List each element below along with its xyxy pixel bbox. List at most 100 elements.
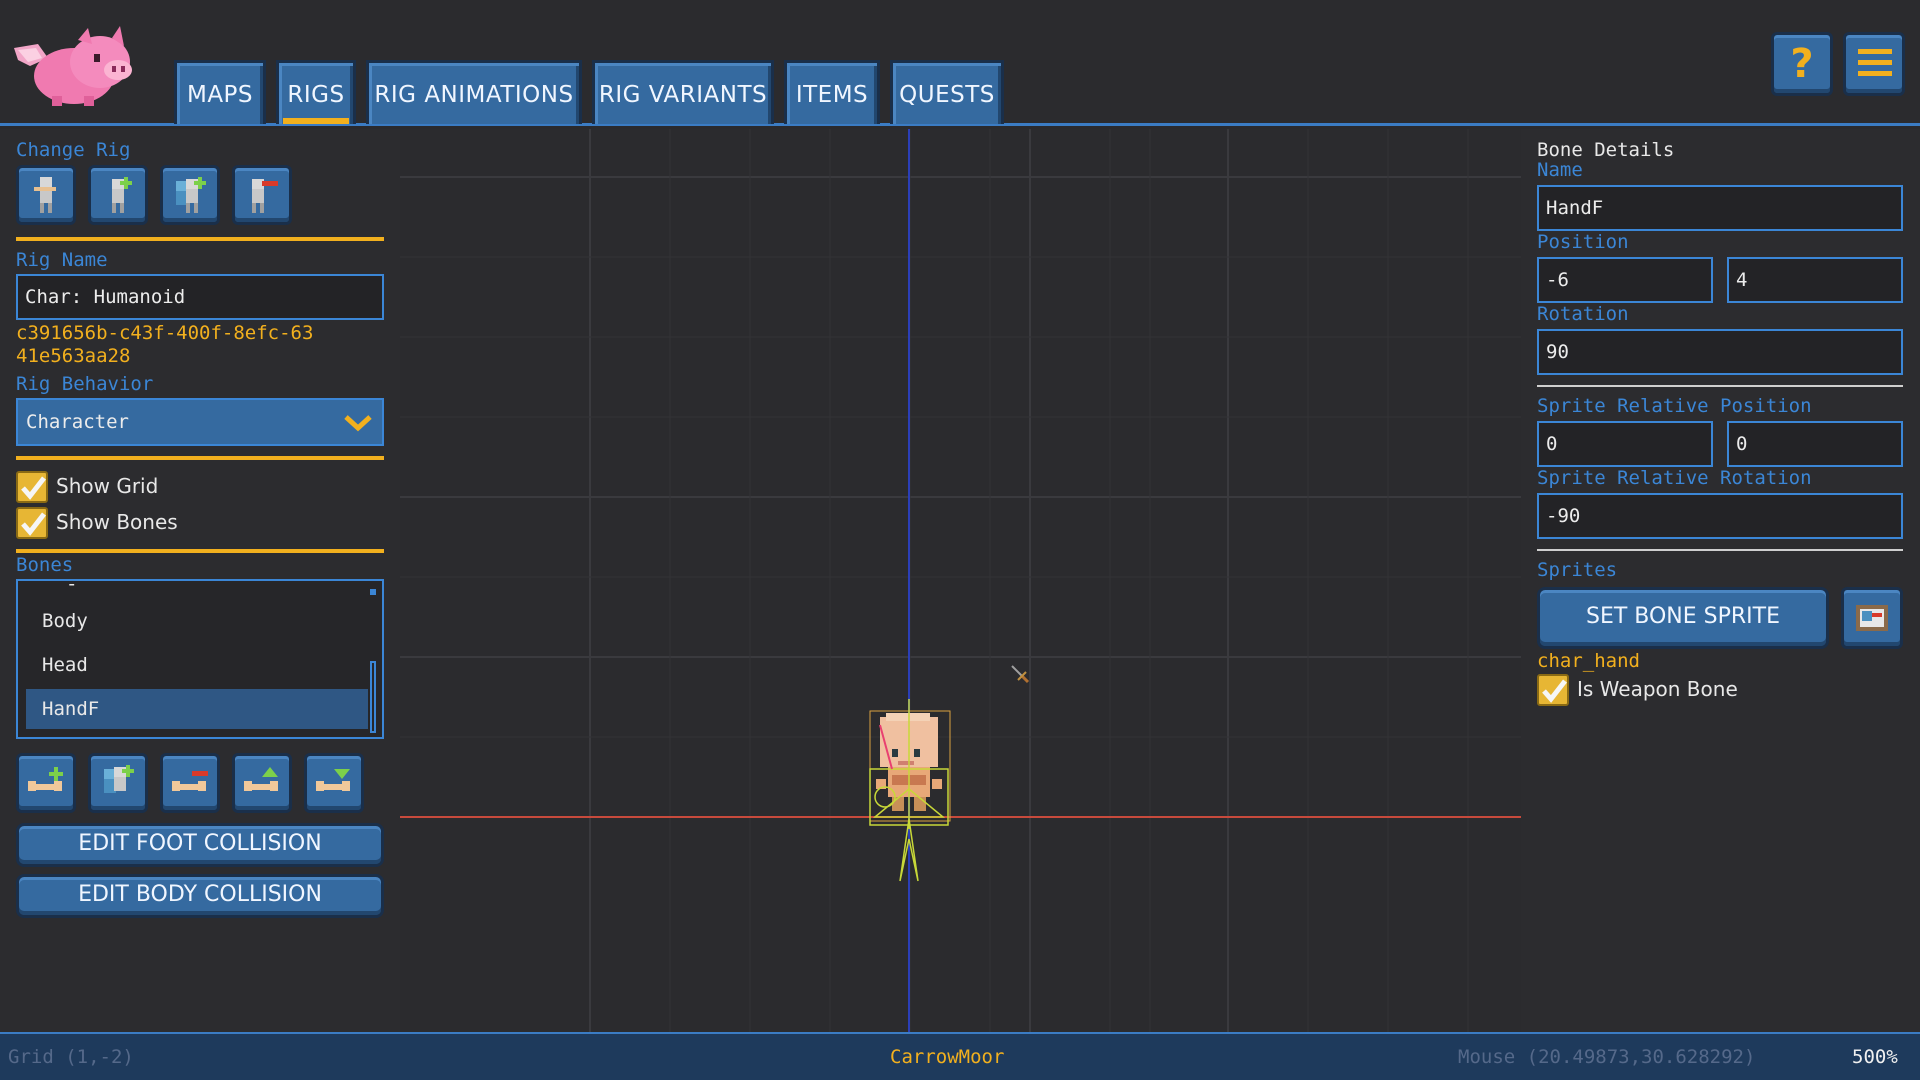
clear-sprite-button[interactable] [1841, 587, 1903, 649]
viewport-grid [400, 129, 1521, 1032]
list-item-label: Head [42, 654, 88, 676]
sprite-relative-y-input[interactable]: 0 [1727, 421, 1903, 467]
scrollbar-track[interactable] [370, 661, 376, 733]
name-label: Name [1537, 159, 1583, 181]
bone-arrow-down-icon [316, 769, 350, 791]
checkmark-icon [21, 512, 46, 536]
rig-name-input[interactable]: Char: Humanoid [16, 274, 384, 320]
map-name: CarrowMoor [890, 1046, 1005, 1068]
rig-behavior-dropdown[interactable]: Character [16, 398, 384, 446]
tab-quests[interactable]: QUESTS [890, 60, 1004, 124]
list-item-label: Body [42, 610, 88, 632]
tab-maps[interactable]: MAPS [174, 60, 266, 124]
add-child-bone-button[interactable] [88, 753, 148, 813]
sprite-relative-position-label: Sprite Relative Position [1537, 395, 1812, 417]
position-y-input[interactable]: 4 [1727, 257, 1903, 303]
divider [1537, 385, 1903, 387]
tab-items[interactable]: ITEMS [784, 60, 880, 124]
edit-foot-collision-button[interactable]: EDIT FOOT COLLISION [16, 823, 384, 867]
bone-arrow-up-icon [244, 767, 278, 791]
rotation-input[interactable]: 90 [1537, 329, 1903, 375]
rig-viewport[interactable] [400, 129, 1521, 1032]
tab-rig-variants[interactable]: RIG VARIANTS [592, 60, 774, 124]
bone-plus-icon [28, 767, 63, 791]
chevron-down-icon [344, 415, 372, 432]
rig-minus-icon [252, 179, 278, 213]
add-bone-button[interactable] [16, 753, 76, 813]
rig-duplicate-button[interactable] [160, 165, 220, 225]
bone-name-input[interactable]: HandF [1537, 185, 1903, 231]
sprite-relative-x-value: 0 [1546, 433, 1558, 455]
move-bone-up-button[interactable] [232, 753, 292, 813]
tab-rig-animations[interactable]: RIG ANIMATIONS [366, 60, 582, 124]
hamburger-menu-icon [1858, 47, 1892, 83]
bone-name-value: HandF [1546, 197, 1604, 219]
change-rig-label: Change Rig [16, 139, 131, 161]
flying-pig-logo [8, 18, 136, 110]
bones-label: Bones [16, 554, 74, 576]
sprite-relative-y-value: 0 [1736, 433, 1748, 455]
mouse-coordinates: Mouse (20.49873,30.628292) [1458, 1046, 1756, 1068]
position-label: Position [1537, 231, 1629, 253]
tab-label: QUESTS [899, 82, 995, 108]
button-label: EDIT FOOT COLLISION [78, 831, 322, 856]
menu-button[interactable] [1843, 32, 1905, 96]
bone-minus-icon [172, 771, 208, 791]
sprite-relative-rotation-input[interactable]: -90 [1537, 493, 1903, 539]
list-item-label: HandF [42, 698, 100, 720]
rig-settings-panel: Change Rig Rig Name Char: Humanoid c3916… [0, 129, 400, 1032]
position-y-value: 4 [1736, 269, 1748, 291]
checkmark-icon [21, 476, 46, 500]
zoom-level: 500% [1852, 1046, 1898, 1068]
rig-humanoid-button[interactable] [16, 165, 76, 225]
tab-rigs[interactable]: RIGS [276, 60, 356, 124]
bones-list[interactable]: - Body Head HandF [16, 573, 384, 739]
delete-bone-button[interactable] [160, 753, 220, 813]
help-button[interactable]: ? [1771, 32, 1833, 96]
tab-label: RIGS [287, 82, 345, 108]
edit-body-collision-button[interactable]: EDIT BODY COLLISION [16, 874, 384, 918]
list-item-body[interactable]: Body [26, 601, 368, 641]
position-x-input[interactable]: -6 [1537, 257, 1713, 303]
rotation-value: 90 [1546, 341, 1569, 363]
list-item-handf[interactable]: HandF [26, 689, 368, 729]
divider [1537, 549, 1903, 551]
show-grid-checkbox[interactable] [16, 471, 48, 503]
bone-details-panel: Bone Details Name HandF Position -6 4 Ro… [1521, 129, 1920, 1032]
button-label: EDIT BODY COLLISION [78, 882, 322, 907]
rig-delete-button[interactable] [232, 165, 292, 225]
checkmark-icon [1542, 679, 1567, 703]
rig-behavior-label: Rig Behavior [16, 373, 154, 395]
rig-id-line-1: c391656b-c43f-400f-8efc-63 [16, 322, 314, 344]
rig-name-label: Rig Name [16, 249, 108, 271]
divider [16, 237, 384, 241]
picture-frame-icon [1856, 605, 1888, 631]
button-label: SET BONE SPRITE [1585, 604, 1780, 629]
bone-rig-icon [104, 765, 134, 793]
tab-label: RIG VARIANTS [598, 82, 768, 108]
rotation-label: Rotation [1537, 303, 1629, 325]
is-weapon-bone-label: Is Weapon Bone [1577, 677, 1738, 701]
status-bar: Grid (1,-2) CarrowMoor Mouse (20.49873,3… [0, 1032, 1920, 1080]
question-icon: ? [1790, 41, 1814, 87]
panel-title: Bone Details [1537, 139, 1675, 161]
scrollbar-thumb[interactable] [370, 589, 376, 595]
divider [16, 549, 384, 553]
rig-plus-icon [112, 177, 132, 213]
grid-coordinates: Grid (1,-2) [8, 1046, 134, 1068]
list-item-head[interactable]: Head [26, 645, 368, 685]
show-bones-checkbox[interactable] [16, 507, 48, 539]
show-bones-label: Show Bones [56, 510, 178, 534]
rig-figure-icon [34, 177, 56, 213]
move-bone-down-button[interactable] [304, 753, 364, 813]
rig-add-bone-button[interactable] [88, 165, 148, 225]
divider [16, 456, 384, 460]
sprite-relative-x-input[interactable]: 0 [1537, 421, 1713, 467]
rig-behavior-value: Character [26, 411, 129, 433]
tab-label: ITEMS [795, 82, 869, 108]
cursor-sword-icon [1011, 665, 1030, 684]
sprite-relative-rotation-label: Sprite Relative Rotation [1537, 467, 1812, 489]
set-bone-sprite-button[interactable]: SET BONE SPRITE [1537, 587, 1829, 649]
show-grid-label: Show Grid [56, 474, 159, 498]
is-weapon-bone-checkbox[interactable] [1537, 674, 1569, 706]
